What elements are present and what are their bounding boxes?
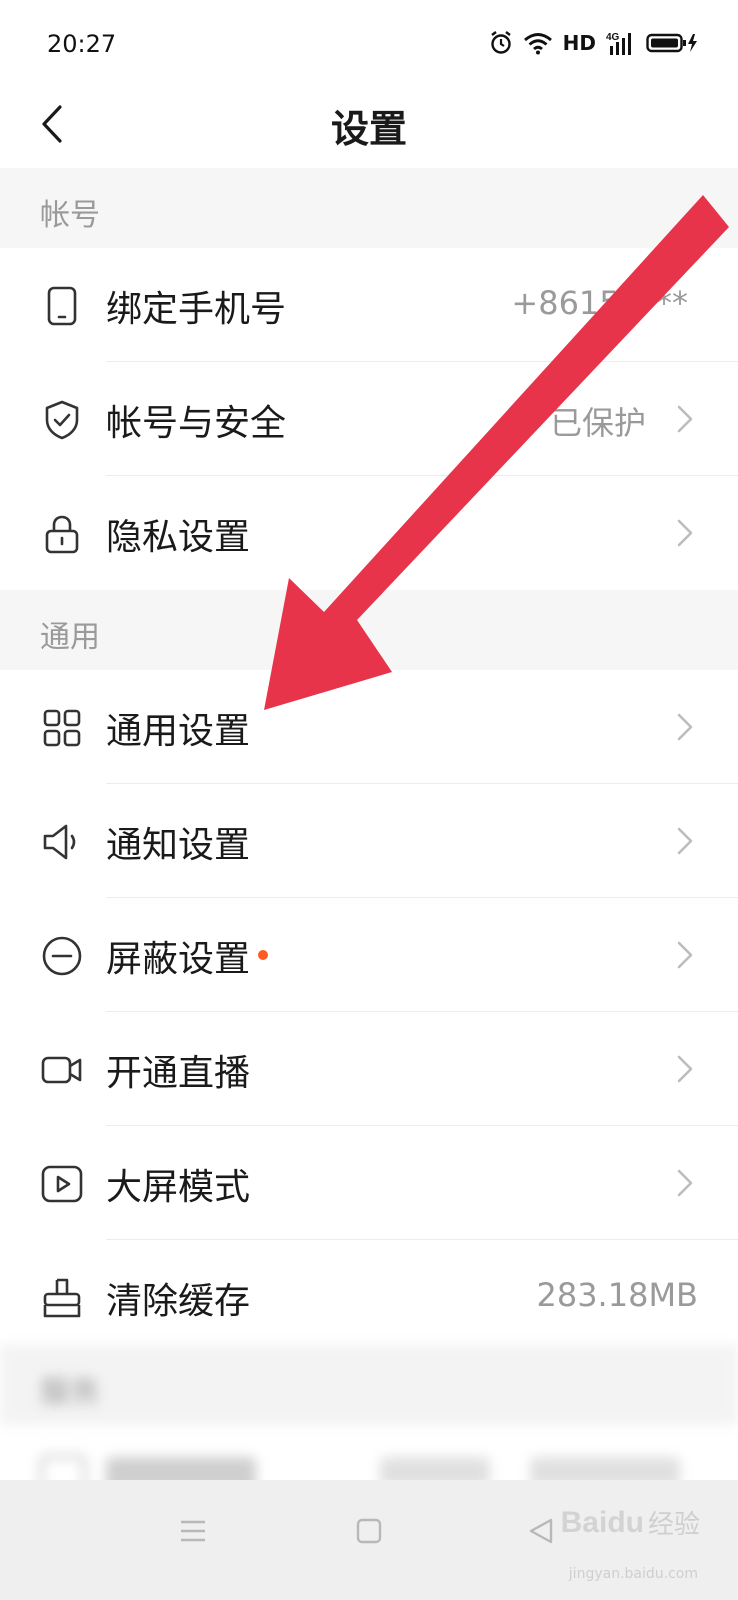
video-camera-icon (41, 1056, 82, 1084)
signal-icon: 4G (606, 32, 631, 55)
status-time: 20:27 (47, 30, 117, 58)
red-dot-badge (258, 950, 269, 960)
row-label: 绑定手机号 (106, 289, 287, 330)
row-open-live[interactable]: 开通直播 (0, 1012, 738, 1126)
row-block-settings[interactable]: 屏蔽设置 (0, 898, 738, 1012)
row-big-screen-mode[interactable]: 大屏模式 (0, 1126, 738, 1240)
row-label: 清除缓存 (106, 1281, 251, 1322)
wifi-icon (523, 33, 552, 55)
row-label-text: 屏蔽设置 (106, 939, 251, 980)
system-navigation-bar: Baidu 经验 jingyan.baidu.com (0, 1480, 738, 1600)
nav-bar: 设置 (0, 80, 738, 169)
shield-icon (45, 400, 79, 440)
grid-icon (43, 709, 81, 747)
chevron-right-icon (677, 941, 693, 969)
phone-icon (47, 286, 77, 326)
chevron-right-icon (677, 519, 693, 547)
row-general-settings[interactable]: 通用设置 (0, 670, 738, 784)
chevron-right-icon (677, 713, 693, 741)
row-value: 已保护 (549, 404, 646, 442)
row-label: 帐号与安全 (106, 403, 287, 444)
battery-icon (646, 33, 697, 53)
row-account-security[interactable]: 帐号与安全 已保护 (0, 362, 738, 476)
row-label: 大屏模式 (106, 1167, 251, 1208)
row-clear-cache[interactable]: 清除缓存 283.18MB (0, 1240, 738, 1354)
triangle-back-icon (529, 1518, 553, 1544)
menu-icon (181, 1520, 205, 1542)
chevron-right-icon (677, 827, 693, 855)
row-label: 屏蔽设置 (106, 930, 269, 982)
alarm-icon (490, 31, 511, 54)
watermark-logo: Baidu (560, 1505, 644, 1539)
row-label: 隐私设置 (106, 517, 251, 558)
row-label: 通知设置 (106, 825, 251, 866)
row-privacy-settings[interactable]: 隐私设置 (0, 476, 738, 590)
hd-indicator: HD (562, 31, 596, 55)
lock-icon (45, 515, 79, 554)
row-label: 通用设置 (106, 711, 251, 752)
row-bind-phone[interactable]: 绑定手机号 +86150*** (0, 248, 738, 362)
row-notification-settings[interactable]: 通知设置 (0, 784, 738, 898)
section-header-general: 通用 (0, 590, 738, 670)
section-header-account: 帐号 (0, 168, 738, 248)
chevron-right-icon (677, 405, 693, 433)
cache-size-value: 283.18MB (536, 1276, 698, 1314)
section-title-service: 服务 (40, 1375, 100, 1410)
speaker-icon (43, 824, 76, 860)
status-icons: HD 4G (489, 28, 698, 58)
broom-icon (43, 1278, 81, 1318)
status-bar: 20:27 HD 4G (0, 0, 738, 80)
svg-text:4G: 4G (606, 32, 620, 43)
home-button[interactable] (344, 1506, 394, 1556)
menu-button[interactable] (168, 1506, 218, 1556)
section-title: 通用 (40, 620, 100, 655)
square-icon (356, 1518, 382, 1544)
watermark-text: 经验 (647, 1510, 700, 1540)
row-label: 开通直播 (106, 1053, 251, 1094)
row-value: +86150*** (511, 284, 688, 322)
watermark-sub: jingyan.baidu.com (568, 1566, 698, 1582)
page-title: 设置 (330, 107, 407, 151)
block-icon (42, 936, 82, 976)
play-screen-icon (41, 1165, 83, 1203)
section-title: 帐号 (40, 198, 100, 233)
chevron-right-icon (677, 1169, 693, 1197)
baidu-watermark: Baidu 经验 (561, 1504, 700, 1541)
back-nav-button[interactable] (516, 1506, 566, 1556)
chevron-right-icon (677, 1055, 693, 1083)
